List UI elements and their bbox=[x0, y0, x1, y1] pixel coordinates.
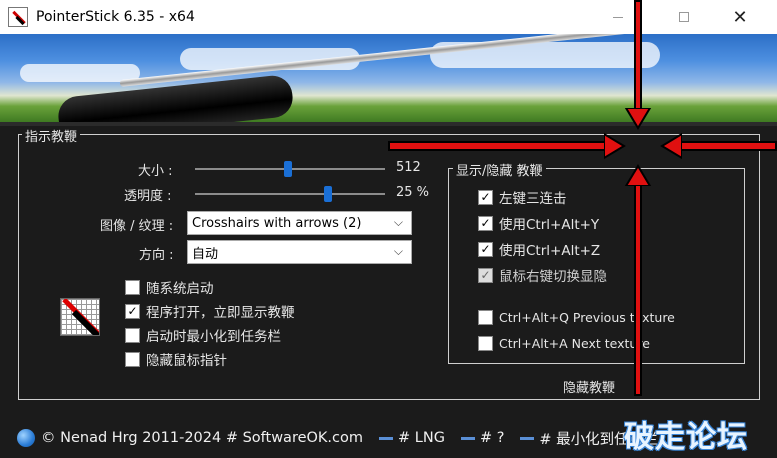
arrow-down-icon bbox=[624, 108, 652, 130]
chevron-down-icon: ⌵ bbox=[393, 215, 403, 229]
checkbox-label: 使用Ctrl+Alt+Y bbox=[499, 217, 600, 233]
show-on-start-checkbox[interactable]: ✓ 程序打开，立即显示教鞭 bbox=[125, 301, 295, 321]
checkbox-label: 隐藏鼠标指针 bbox=[146, 353, 227, 369]
hide-cursor-checkbox[interactable]: 隐藏鼠标指针 bbox=[125, 349, 227, 369]
checkbox-box[interactable]: ✓ bbox=[478, 189, 493, 205]
checkbox-box[interactable] bbox=[125, 279, 140, 295]
direction-select[interactable]: 自动 ⌵ bbox=[187, 240, 412, 264]
size-slider[interactable] bbox=[195, 161, 385, 177]
arrow-left-icon bbox=[660, 132, 682, 160]
globe-icon[interactable] bbox=[17, 429, 35, 447]
ctrl-alt-y-checkbox[interactable]: ✓ 使用Ctrl+Alt+Y bbox=[478, 213, 599, 233]
size-value: 512 bbox=[396, 160, 421, 175]
texture-select-value: Crosshairs with arrows (2) bbox=[192, 215, 362, 231]
size-label: 大小 : bbox=[138, 164, 173, 179]
title-bar[interactable]: PointerStick 6.35 - x64 ✕ bbox=[0, 0, 777, 34]
hotkey-group-title: 显示/隐藏 教鞭 bbox=[453, 160, 546, 179]
checkbox-box[interactable]: ✓ bbox=[478, 267, 493, 283]
right-click-toggle-checkbox[interactable]: ✓ 鼠标右键切换显隐 bbox=[478, 265, 607, 285]
close-button[interactable]: ✕ bbox=[717, 0, 763, 34]
arrow-up-icon bbox=[624, 164, 652, 186]
opacity-slider[interactable] bbox=[195, 186, 385, 202]
opacity-slider-thumb[interactable] bbox=[324, 186, 332, 202]
app-icon bbox=[8, 7, 28, 27]
language-link[interactable]: # LNG bbox=[398, 430, 445, 446]
direction-label: 方向 : bbox=[139, 248, 174, 263]
checkbox-label: 鼠标右键切换显隐 bbox=[499, 269, 607, 285]
arrow-right-icon bbox=[604, 132, 626, 160]
close-icon: ✕ bbox=[732, 6, 748, 28]
size-slider-thumb[interactable] bbox=[284, 161, 292, 177]
menu-icon bbox=[520, 436, 535, 440]
checkbox-label: Ctrl+Alt+A Next texture bbox=[499, 336, 650, 351]
maximize-button[interactable] bbox=[661, 0, 707, 34]
menu-icon bbox=[460, 436, 475, 440]
pointer-settings-title: 指示教鞭 bbox=[22, 126, 81, 145]
direction-select-value: 自动 bbox=[192, 246, 219, 262]
maximize-icon bbox=[679, 12, 689, 22]
hide-pointer-button[interactable]: 隐藏教鞭 bbox=[563, 377, 615, 396]
checkbox-label: 启动时最小化到任务栏 bbox=[146, 329, 281, 345]
menu-icon bbox=[379, 436, 394, 440]
checkbox-box[interactable] bbox=[125, 351, 140, 367]
texture-label: 图像 / 纹理 : bbox=[100, 219, 174, 234]
checkbox-box[interactable] bbox=[478, 310, 493, 325]
next-texture-checkbox[interactable]: Ctrl+Alt+A Next texture bbox=[478, 336, 650, 351]
window-title: PointerStick 6.35 - x64 bbox=[36, 9, 195, 25]
autostart-checkbox[interactable]: 随系统启动 bbox=[125, 277, 214, 297]
checkbox-box[interactable]: ✓ bbox=[478, 241, 493, 257]
ctrl-alt-z-checkbox[interactable]: ✓ 使用Ctrl+Alt+Z bbox=[478, 239, 600, 259]
opacity-value: 25 % bbox=[396, 185, 430, 200]
watermark: 破走论坛 bbox=[624, 420, 748, 455]
checkbox-label: 左键三连击 bbox=[499, 191, 567, 207]
opacity-label: 透明度 : bbox=[124, 189, 172, 204]
texture-select[interactable]: Crosshairs with arrows (2) ⌵ bbox=[187, 211, 412, 235]
help-link[interactable]: # ? bbox=[480, 430, 504, 446]
triple-click-checkbox[interactable]: ✓ 左键三连击 bbox=[478, 187, 567, 207]
previous-texture-checkbox[interactable]: Ctrl+Alt+Q Previous texture bbox=[478, 310, 675, 325]
minimize-icon bbox=[613, 16, 623, 18]
header-banner bbox=[0, 34, 777, 122]
checkbox-label: 使用Ctrl+Alt+Z bbox=[499, 243, 601, 259]
checkbox-label: 随系统启动 bbox=[146, 281, 214, 297]
start-minimized-checkbox[interactable]: 启动时最小化到任务栏 bbox=[125, 325, 281, 345]
checkbox-label: 程序打开，立即显示教鞭 bbox=[146, 305, 295, 321]
checkbox-box[interactable]: ✓ bbox=[478, 215, 493, 231]
copyright-link[interactable]: © Nenad Hrg 2011-2024 # SoftwareOK.com bbox=[41, 430, 363, 446]
chevron-down-icon: ⌵ bbox=[393, 244, 403, 258]
checkbox-label: Ctrl+Alt+Q Previous texture bbox=[499, 310, 675, 325]
checkbox-box[interactable] bbox=[125, 327, 140, 343]
checkbox-box[interactable]: ✓ bbox=[125, 303, 140, 319]
checkbox-box[interactable] bbox=[478, 336, 493, 351]
texture-preview-icon bbox=[60, 298, 100, 336]
